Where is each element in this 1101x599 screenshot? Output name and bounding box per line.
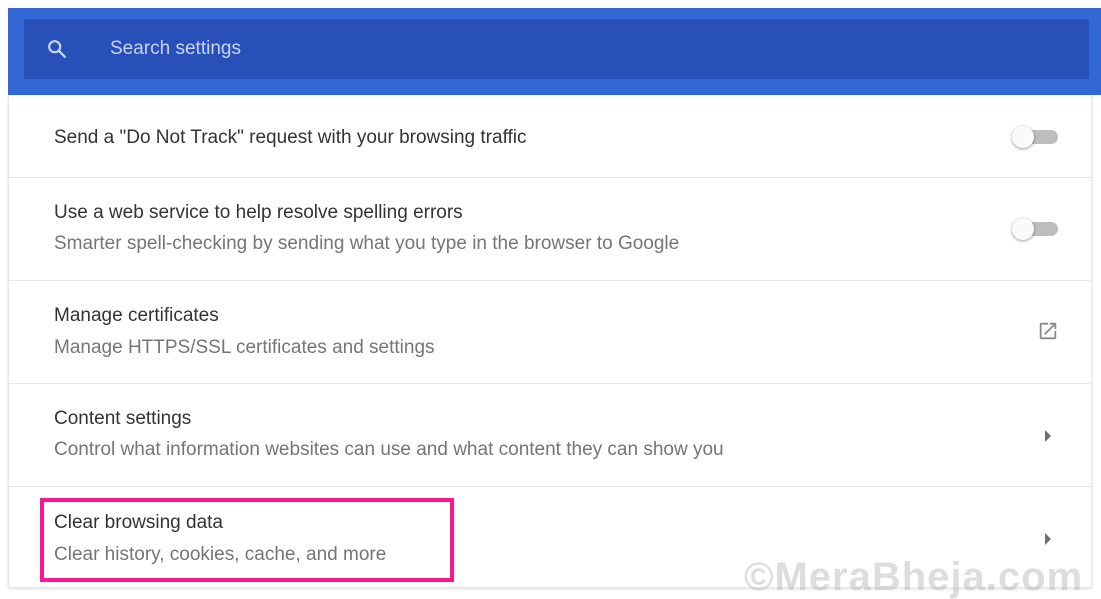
open-in-new-icon[interactable] (1037, 320, 1059, 342)
setting-title: Send a "Do Not Track" request with your … (54, 127, 527, 148)
highlight-annotation-box (40, 498, 454, 582)
setting-row-manage-certificates[interactable]: Manage certificates Manage HTTPS/SSL cer… (9, 281, 1091, 384)
setting-subtitle: Smarter spell-checking by sending what y… (54, 233, 680, 254)
setting-title: Content settings (54, 408, 192, 429)
chevron-right-icon[interactable] (1043, 430, 1053, 442)
setting-row-spelling-service[interactable]: Use a web service to help resolve spelli… (9, 178, 1091, 281)
setting-row-do-not-track[interactable]: Send a "Do Not Track" request with your … (9, 95, 1091, 178)
search-box[interactable] (24, 19, 1089, 79)
setting-title: Use a web service to help resolve spelli… (54, 202, 463, 223)
do-not-track-toggle[interactable] (1008, 124, 1062, 150)
setting-subtitle: Manage HTTPS/SSL certificates and settin… (54, 337, 435, 358)
watermark: ©MeraBheja.com (744, 555, 1084, 599)
settings-header (8, 8, 1101, 95)
setting-subtitle: Control what information websites can us… (54, 439, 724, 460)
settings-page: Send a "Do Not Track" request with your … (0, 0, 1101, 599)
setting-title: Manage certificates (54, 305, 219, 326)
spelling-service-toggle[interactable] (1008, 216, 1062, 242)
search-input[interactable] (110, 19, 1010, 79)
toggle-knob (1012, 126, 1034, 148)
toggle-knob (1012, 218, 1034, 240)
search-icon[interactable] (46, 38, 68, 60)
setting-row-content-settings[interactable]: Content settings Control what informatio… (9, 384, 1091, 487)
chevron-right-icon[interactable] (1043, 533, 1053, 545)
